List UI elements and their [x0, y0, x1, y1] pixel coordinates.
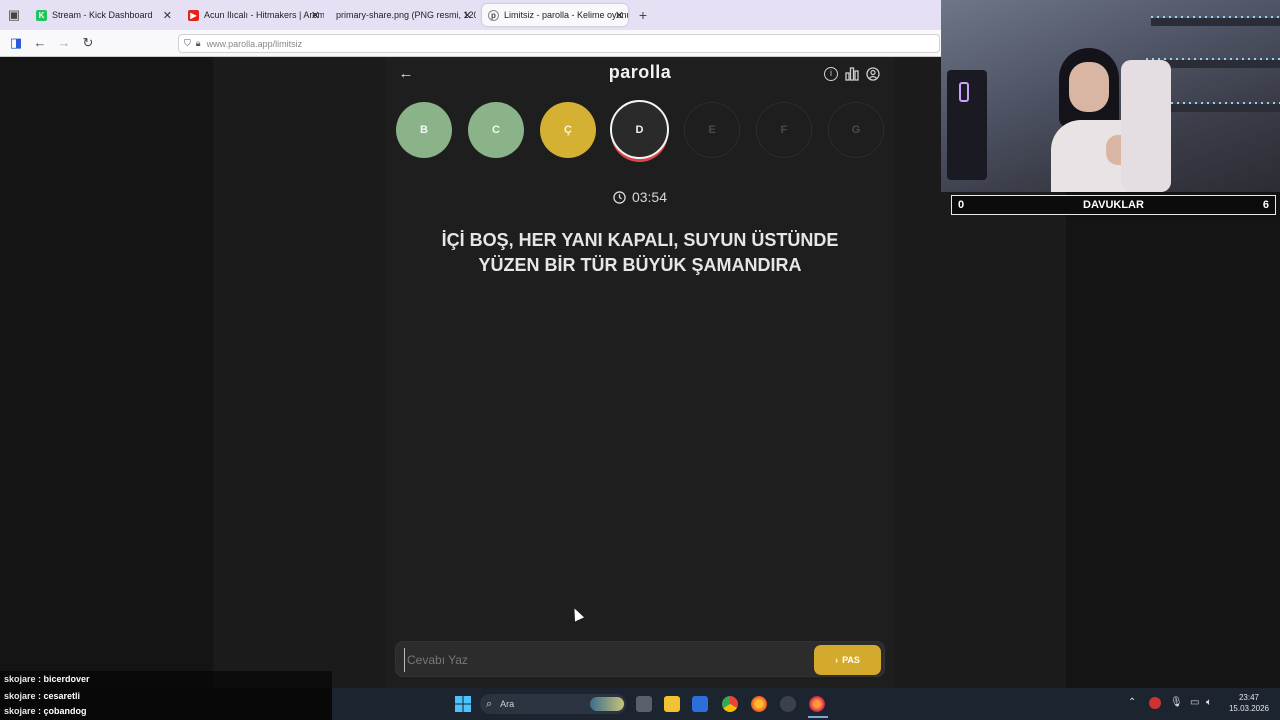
chrome-icon[interactable]: [722, 696, 738, 712]
timer: 03:54: [560, 189, 720, 205]
task-view-icon[interactable]: [636, 696, 652, 712]
left-panel: [0, 57, 213, 688]
lock-icon: 🔒︎: [195, 38, 201, 48]
search-highlight-image: [590, 697, 624, 711]
led-strip: [1151, 16, 1280, 18]
answer-input[interactable]: [404, 648, 804, 672]
page-background-right: [941, 218, 1066, 688]
close-tab-icon[interactable]: ✕: [463, 9, 472, 22]
letter-bubble-e: E: [684, 102, 740, 158]
back-icon[interactable]: ←: [32, 35, 48, 51]
microphone-icon[interactable]: 🎙︎: [1170, 697, 1183, 708]
pass-label: PAS: [842, 655, 860, 665]
timer-value: 03:54: [631, 189, 668, 205]
close-tab-icon[interactable]: ✕: [163, 9, 172, 22]
tab-overview-icon[interactable]: ▣: [6, 7, 22, 23]
shield-icon: ⛉: [184, 38, 191, 48]
url-text: www.parolla.app/limitsiz: [206, 38, 303, 49]
score-team-name: DAVUKLAR: [1083, 199, 1144, 211]
tab-label: primary-share.png (PNG resmi, 120: [336, 10, 476, 20]
scoreboard: 0 DAVUKLAR 6: [951, 195, 1276, 215]
kick-favicon-icon: K: [36, 9, 47, 21]
search-icon: ⌕: [486, 697, 493, 710]
shelf: [1151, 18, 1280, 26]
youtube-favicon-icon: ▶: [188, 9, 199, 21]
chat-message: skojare : bicerdover: [4, 674, 90, 684]
clock-icon: [613, 190, 626, 204]
taskbar-clock[interactable]: 23:47 15.03.2026: [1222, 692, 1276, 714]
tab-label: Acun Ilıcalı - Hitmakers | Arem: [204, 10, 324, 20]
tray-expand-icon[interactable]: ⌃: [1128, 697, 1136, 708]
pc-light: [959, 82, 969, 102]
windows-start-icon[interactable]: [455, 696, 471, 712]
answer-bar: › PAS: [395, 641, 885, 677]
tab-label: Stream - Kick Dashboard: [52, 10, 153, 20]
stats-icon[interactable]: [845, 67, 859, 81]
forward-icon[interactable]: →: [56, 35, 72, 51]
sidebar-toggle-icon[interactable]: ◨: [8, 35, 24, 51]
score-left: 0: [958, 199, 965, 211]
letter-bubble-g: G: [828, 102, 884, 158]
letter-bubble-f: F: [756, 102, 812, 158]
taskbar-search[interactable]: ⌕ Ara: [480, 694, 626, 714]
tab-label: Limitsiz - parolla - Kelime oyunu: [504, 10, 628, 20]
webcam-feed: [941, 0, 1280, 192]
clock-time: 23:47: [1238, 693, 1260, 702]
tray-app-icon[interactable]: [1149, 697, 1161, 709]
letter-bubble-b: B: [396, 102, 452, 158]
new-tab-button[interactable]: +: [635, 7, 651, 23]
browser-nav-bar: ◨ ← → ↻ ⛉ 🔒︎ www.parolla.app/limitsiz: [0, 30, 941, 57]
firefox-dev-icon[interactable]: [809, 696, 825, 712]
search-label: Ara: [500, 699, 515, 709]
chat-message: skojare : cesaretli: [4, 691, 81, 701]
volume-icon[interactable]: 🔈︎: [1206, 697, 1212, 708]
tab-parolla[interactable]: p Limitsiz - parolla - Kelime oyunu ✕: [482, 4, 628, 26]
tab-youtube[interactable]: ▶ Acun Ilıcalı - Hitmakers | Arem ✕: [182, 4, 324, 26]
firefox-icon[interactable]: [751, 696, 767, 712]
question-text: İÇİ BOŞ, HER YANI KAPALI, SUYUN ÜSTÜNDE …: [441, 230, 839, 275]
letter-bubble-c: C: [468, 102, 524, 158]
clock-date: 15.03.2026: [1228, 704, 1270, 713]
network-icon[interactable]: ▭: [1190, 697, 1199, 708]
close-tab-icon[interactable]: ✕: [311, 9, 320, 22]
taskbar: [332, 688, 1280, 720]
close-tab-icon[interactable]: ✕: [615, 9, 624, 22]
store-icon[interactable]: [692, 696, 708, 712]
reload-icon[interactable]: ↻: [80, 35, 96, 51]
active-app-indicator: [808, 716, 828, 718]
letter-bubble-c-cedilla: Ç: [540, 102, 596, 158]
tab-kick-dashboard[interactable]: K Stream - Kick Dashboard ✕: [30, 4, 176, 26]
led-strip: [1146, 58, 1280, 60]
chat-overlay: skojare : bicerdover skojare : cesaretli…: [0, 671, 332, 720]
parolla-favicon-icon: p: [488, 9, 499, 21]
chair: [1121, 60, 1171, 192]
profile-icon[interactable]: [866, 67, 880, 81]
address-bar[interactable]: ⛉ 🔒︎ www.parolla.app/limitsiz: [178, 34, 940, 53]
tab-png-image[interactable]: primary-share.png (PNG resmi, 120 ✕: [330, 4, 476, 26]
game-title: parolla: [608, 62, 672, 82]
info-icon[interactable]: i: [824, 67, 838, 81]
obs-icon[interactable]: [780, 696, 796, 712]
score-right: 6: [1262, 199, 1269, 211]
back-arrow-icon[interactable]: ←: [398, 66, 414, 82]
chevron-right-icon: ›: [835, 655, 839, 665]
file-explorer-icon[interactable]: [664, 696, 680, 712]
letter-bubble-d: D: [610, 100, 669, 159]
chat-message: skojare : çobandog: [4, 706, 87, 716]
pass-button[interactable]: › PAS: [814, 645, 881, 675]
browser-tab-bar: ▣ K Stream - Kick Dashboard ✕ ▶ Acun Ilı…: [0, 0, 941, 30]
